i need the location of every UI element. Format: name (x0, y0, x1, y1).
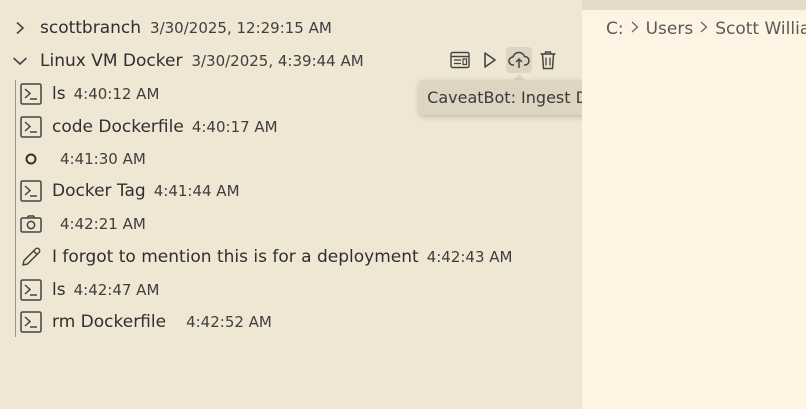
session-sidebar: scottbranch 3/30/2025, 12:29:15 AM Linux… (0, 0, 622, 409)
breadcrumb-item[interactable]: Users (646, 19, 694, 39)
breadcrumb-item[interactable]: Scott Willia (715, 19, 806, 39)
entry-time: 4:42:21 AM (60, 215, 146, 233)
editor-area: C: Users Scott Willia (582, 0, 806, 409)
entry-time: 4:41:30 AM (60, 150, 146, 168)
session-title: scottbranch (40, 18, 142, 38)
entry-label: I forgot to mention this is for a deploy… (52, 247, 419, 267)
session-timestamp: 3/30/2025, 4:39:44 AM (191, 52, 364, 70)
chevron-right-icon (630, 21, 640, 37)
session-title: Linux VM Docker (40, 51, 183, 71)
chevron-right-icon (699, 21, 709, 37)
entry-time: 4:42:52 AM (186, 313, 272, 331)
entry-label: code Dockerfile (52, 117, 184, 137)
chevron-down-icon[interactable] (0, 54, 40, 68)
trash-icon (540, 51, 556, 70)
entry-label: ls (52, 280, 66, 300)
open-session-button[interactable] (447, 47, 473, 73)
entry-time: 4:42:43 AM (426, 248, 513, 266)
terminal-icon (19, 115, 43, 139)
entry-time: 4:42:47 AM (73, 281, 160, 299)
terminal-icon (19, 82, 43, 106)
entry-time: 4:40:12 AM (73, 85, 160, 103)
entry-row[interactable]: 4:41:30 AM (0, 144, 582, 174)
cloud-upload-icon (508, 51, 530, 68)
play-icon (484, 52, 496, 68)
chevron-right-icon[interactable] (0, 21, 40, 35)
run-session-button[interactable] (477, 47, 503, 73)
entry-time: 4:40:17 AM (191, 118, 278, 136)
entry-row[interactable]: code Dockerfile 4:40:17 AM (0, 112, 582, 142)
pencil-icon (19, 245, 43, 269)
entry-row[interactable]: 4:42:21 AM (0, 209, 582, 239)
entry-label: ls (52, 84, 66, 104)
ingest-data-button[interactable] (506, 47, 532, 73)
entry-row[interactable]: I forgot to mention this is for a deploy… (0, 242, 582, 272)
terminal-icon (19, 278, 43, 302)
camera-icon (19, 212, 43, 236)
entry-row[interactable]: Docker Tag 4:41:44 AM (0, 176, 582, 206)
session-browser-icon (450, 51, 470, 69)
editor-tab-bar (582, 0, 806, 10)
entry-row[interactable]: rm Dockerfile 4:42:52 AM (0, 307, 582, 337)
terminal-icon (19, 310, 43, 334)
entry-time: 4:41:44 AM (153, 182, 240, 200)
entry-row[interactable]: ls 4:42:47 AM (0, 275, 582, 305)
circle-icon (19, 147, 43, 171)
entry-label: rm Dockerfile (52, 312, 167, 332)
delete-session-button[interactable] (535, 47, 561, 73)
session-row-scottbranch[interactable]: scottbranch 3/30/2025, 12:29:15 AM (0, 13, 582, 43)
entry-label: Docker Tag (52, 181, 146, 201)
breadcrumb-item[interactable]: C: (606, 19, 624, 39)
session-timestamp: 3/30/2025, 12:29:15 AM (150, 19, 332, 37)
terminal-icon (19, 179, 43, 203)
breadcrumb: C: Users Scott Willia (606, 17, 806, 41)
